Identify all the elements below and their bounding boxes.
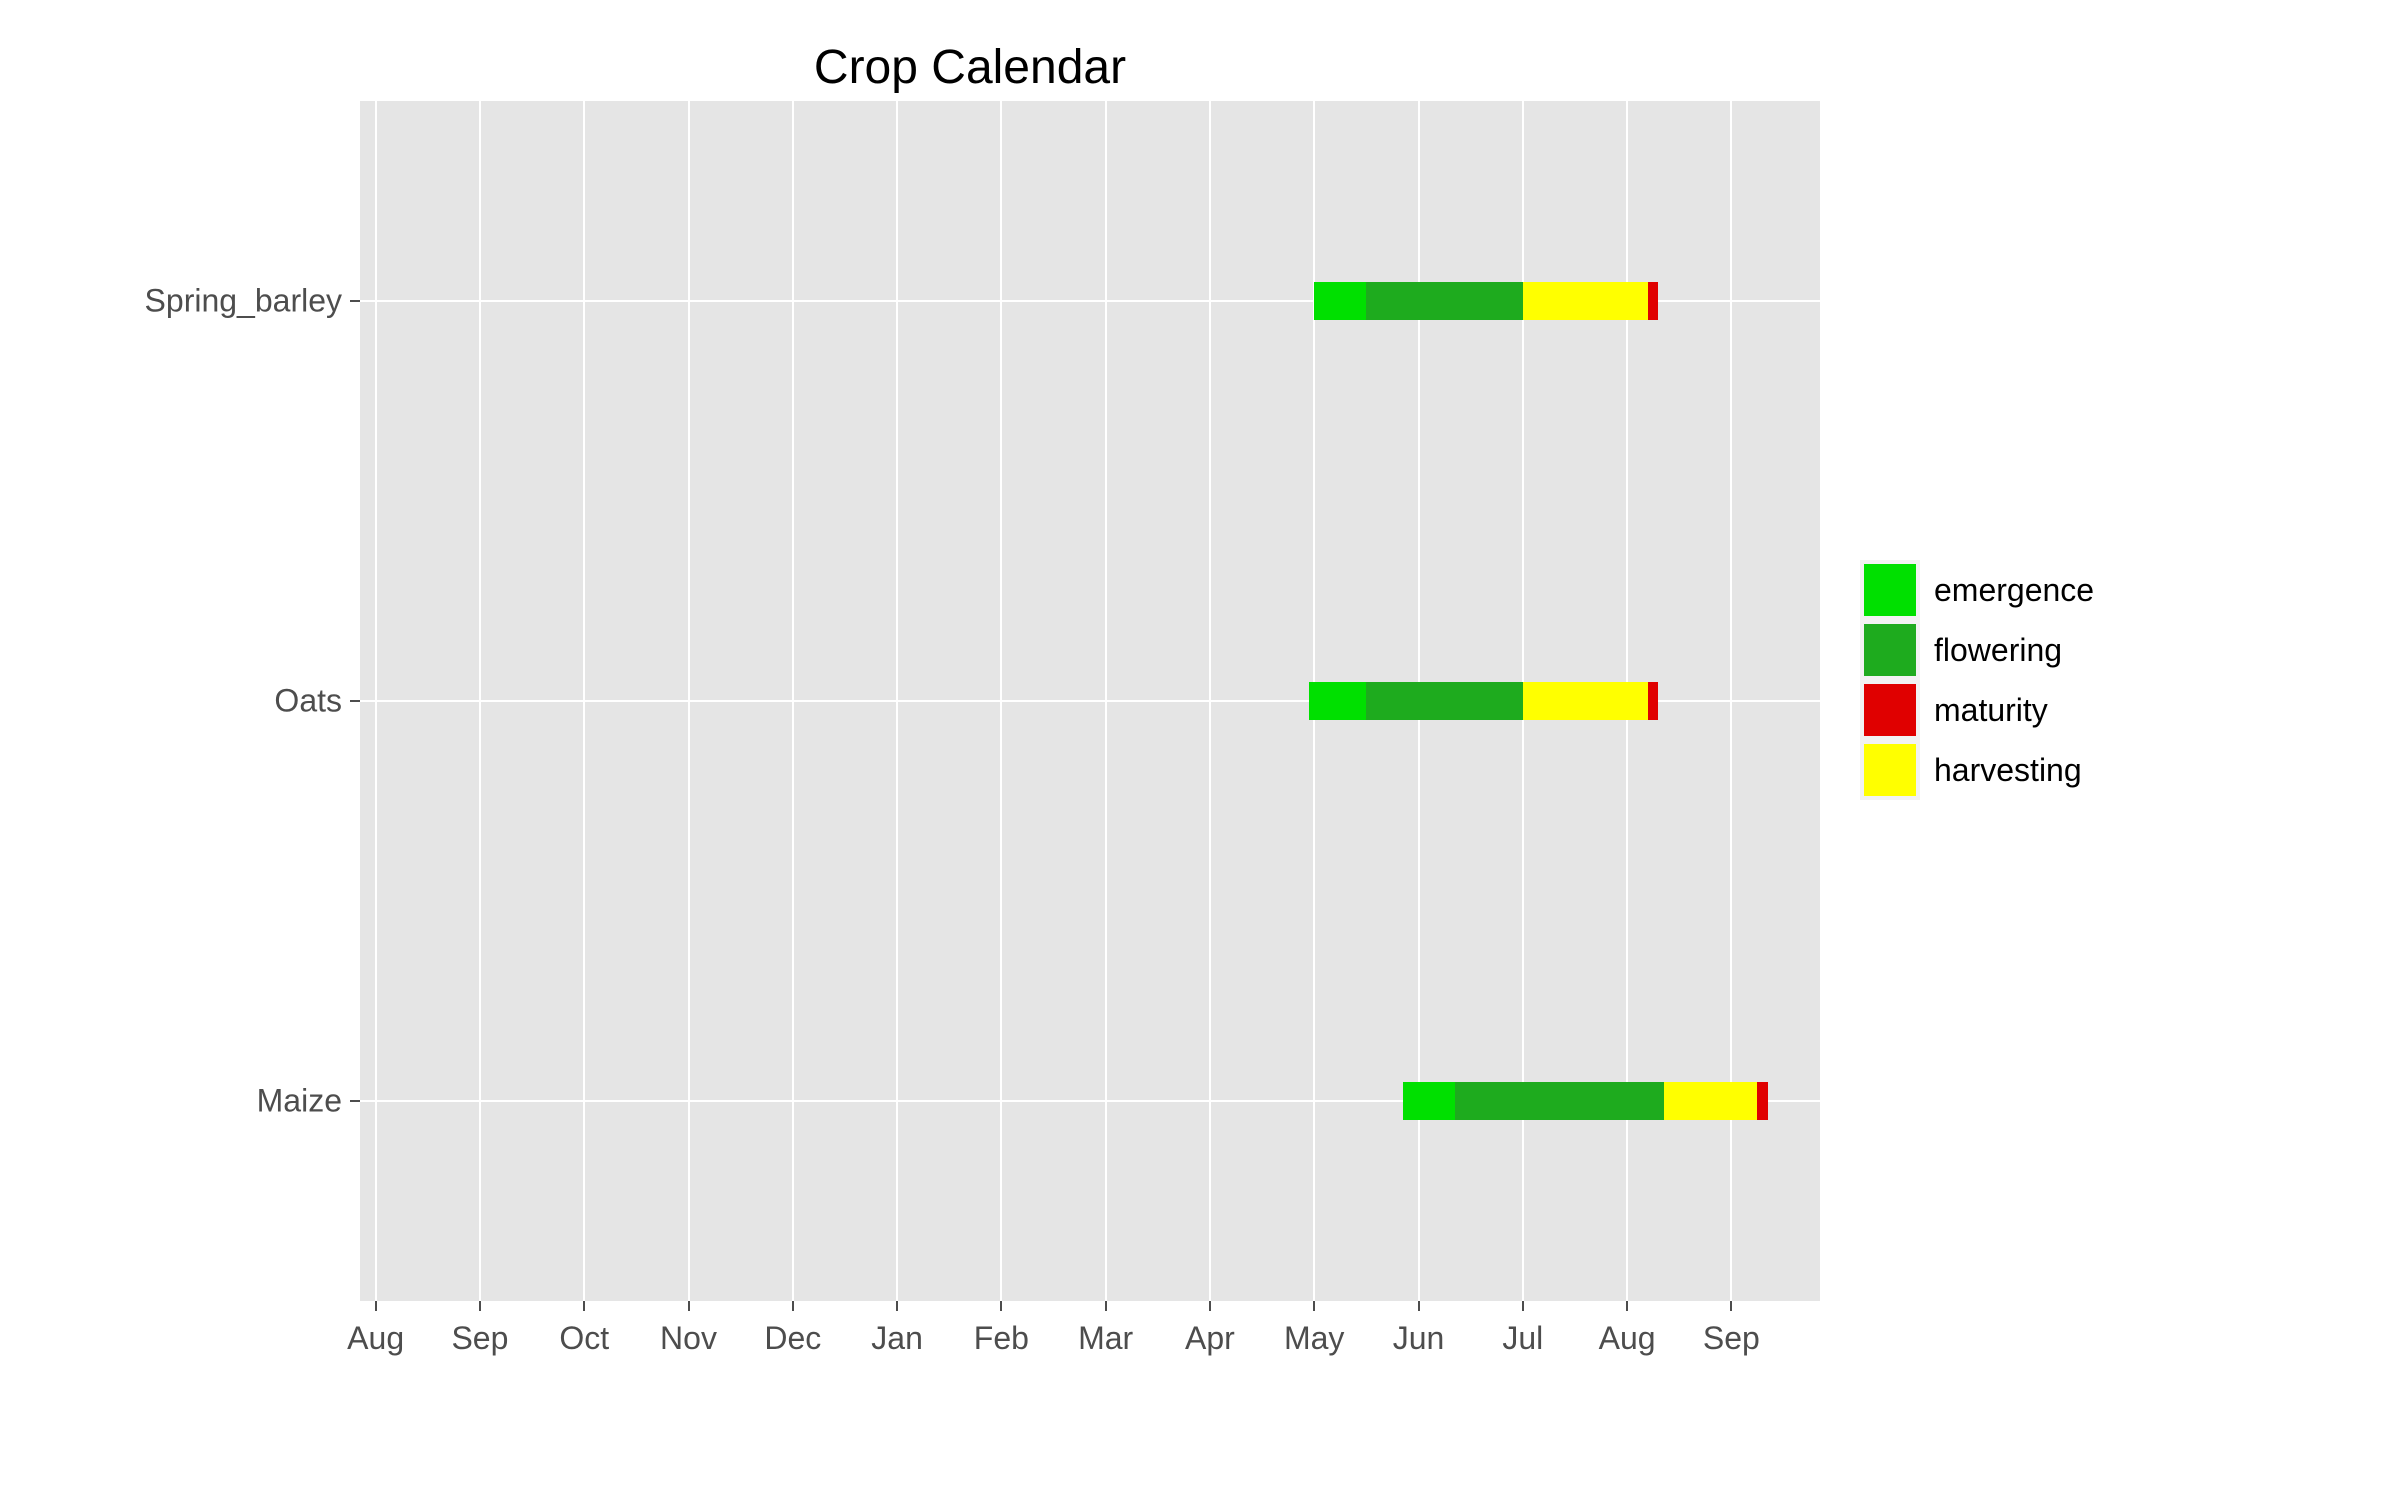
x-tick bbox=[1313, 1301, 1315, 1311]
x-axis-label: Oct bbox=[559, 1320, 609, 1357]
bar-emergence bbox=[1309, 682, 1366, 720]
x-axis-label: Jan bbox=[871, 1320, 923, 1357]
x-tick bbox=[479, 1301, 481, 1311]
bar-harvesting bbox=[1523, 682, 1648, 720]
x-axis-label: Mar bbox=[1078, 1320, 1133, 1357]
plot-area: AugSepOctNovDecJanFebMarAprMayJunJulAugS… bbox=[360, 101, 1820, 1301]
legend-item-emergence: emergence bbox=[1860, 560, 2180, 620]
bar-emergence bbox=[1403, 1082, 1455, 1120]
x-axis-label: Jun bbox=[1393, 1320, 1445, 1357]
x-axis-label: Aug bbox=[1599, 1320, 1656, 1357]
legend-swatch bbox=[1864, 684, 1916, 736]
x-axis-label: Sep bbox=[1703, 1320, 1760, 1357]
x-tick bbox=[896, 1301, 898, 1311]
x-tick bbox=[1626, 1301, 1628, 1311]
legend-key bbox=[1860, 560, 1920, 620]
legend-label: harvesting bbox=[1934, 752, 2082, 789]
legend-swatch bbox=[1864, 744, 1916, 796]
legend-label: maturity bbox=[1934, 692, 2048, 729]
x-tick bbox=[375, 1301, 377, 1311]
y-axis-label: Spring_barley bbox=[145, 283, 360, 320]
x-axis-label: Feb bbox=[974, 1320, 1029, 1357]
bar-harvesting bbox=[1523, 282, 1648, 320]
legend-item-maturity: maturity bbox=[1860, 680, 2180, 740]
y-axis-label: Maize bbox=[257, 1083, 360, 1120]
x-axis-label: Sep bbox=[451, 1320, 508, 1357]
bar-flowering bbox=[1366, 282, 1522, 320]
legend-swatch bbox=[1864, 624, 1916, 676]
x-axis-label: Dec bbox=[764, 1320, 821, 1357]
legend-key bbox=[1860, 740, 1920, 800]
x-axis-label: Aug bbox=[347, 1320, 404, 1357]
legend-label: emergence bbox=[1934, 572, 2094, 609]
x-axis-label: May bbox=[1284, 1320, 1344, 1357]
bar-flowering bbox=[1366, 682, 1522, 720]
legend-swatch bbox=[1864, 564, 1916, 616]
chart-title: Crop Calendar bbox=[110, 40, 1830, 95]
x-tick bbox=[1418, 1301, 1420, 1311]
x-tick bbox=[1730, 1301, 1732, 1311]
x-tick bbox=[1105, 1301, 1107, 1311]
y-axis-label: Oats bbox=[274, 683, 360, 720]
bar-maturity bbox=[1757, 1082, 1767, 1120]
x-tick bbox=[688, 1301, 690, 1311]
legend-item-harvesting: harvesting bbox=[1860, 740, 2180, 800]
x-axis-label: Nov bbox=[660, 1320, 717, 1357]
x-tick bbox=[1209, 1301, 1211, 1311]
legend-label: flowering bbox=[1934, 632, 2062, 669]
x-tick bbox=[792, 1301, 794, 1311]
bar-maturity bbox=[1648, 682, 1658, 720]
bar-flowering bbox=[1455, 1082, 1664, 1120]
bar-maturity bbox=[1648, 282, 1658, 320]
legend-key bbox=[1860, 680, 1920, 740]
legend-item-flowering: flowering bbox=[1860, 620, 2180, 680]
bar-harvesting bbox=[1664, 1082, 1758, 1120]
bar-emergence bbox=[1314, 282, 1366, 320]
legend: emergence flowering maturity harvesting bbox=[1860, 560, 2180, 800]
x-axis-label: Jul bbox=[1502, 1320, 1543, 1357]
x-tick bbox=[583, 1301, 585, 1311]
x-tick bbox=[1522, 1301, 1524, 1311]
legend-key bbox=[1860, 620, 1920, 680]
x-axis-label: Apr bbox=[1185, 1320, 1235, 1357]
x-tick bbox=[1000, 1301, 1002, 1311]
crop-calendar-chart: Crop Calendar AugSepOctNovDecJanFebMarAp… bbox=[110, 40, 1830, 1420]
